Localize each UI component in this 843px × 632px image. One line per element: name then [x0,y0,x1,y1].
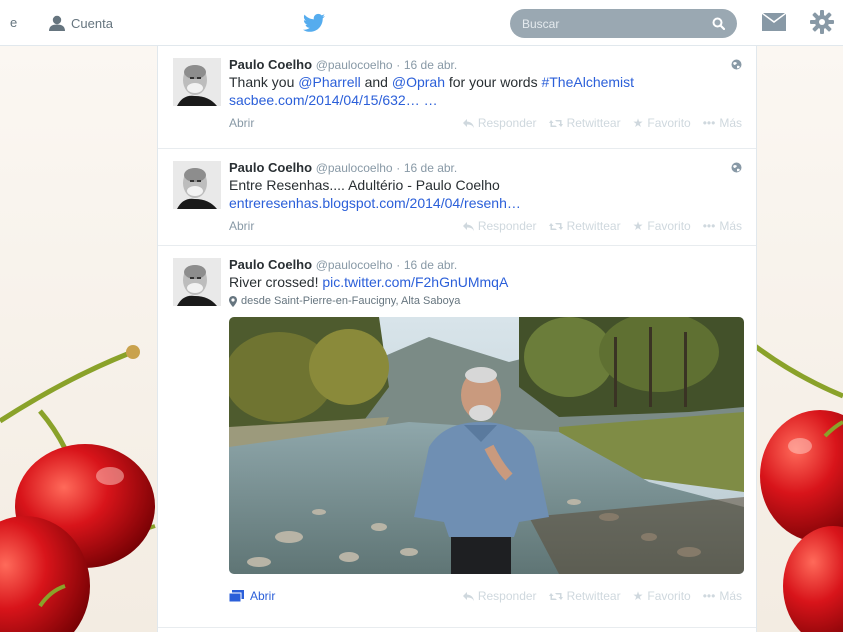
star-icon: ★ [632,116,644,130]
separator-dot: · [396,258,401,272]
retweet-button[interactable]: Retwittear [548,589,621,603]
favorite-label: Favorito [647,116,691,130]
location-pin-icon [229,295,237,307]
tweet-item[interactable]: Paulo Coelho @paulocoelho · 16 de abr. E… [158,149,756,246]
tweet-text-part: and [360,74,392,90]
url-link[interactable]: sacbee.com/2014/04/15/632… … [229,92,438,108]
tweet-text: Thank you @Pharrell and @Oprah for your … [229,73,742,91]
reply-icon [462,221,474,231]
mention-link[interactable]: @Oprah [392,74,445,90]
favorite-button[interactable]: ★ Favorito [633,116,691,130]
more-label: Más [719,219,742,233]
messages-envelope-icon[interactable] [762,13,786,31]
tweet-actions: Responder Retwittear ★ Favorito ••• Más [462,219,742,233]
retweet-button[interactable]: Retwittear [548,116,621,130]
more-label: Más [719,116,742,130]
reply-icon [462,591,474,601]
settings-gear-icon[interactable] [810,10,834,34]
separator-dot: · [396,161,401,175]
more-dots-icon: ••• [702,589,716,603]
star-icon: ★ [632,219,644,233]
avatar[interactable] [173,58,221,106]
tweet-text-part: River crossed! [229,274,323,290]
separator-dot: · [396,58,401,72]
media-gallery-icon [229,590,244,602]
tweet-item[interactable]: Paulo Coelho @paulocoelho · 16 de abr. T… [158,46,756,149]
top-nav-bar: e Cuenta [0,0,843,46]
favorite-button[interactable]: ★ Favorito [633,219,691,233]
nav-account-button[interactable]: Cuenta [48,12,113,34]
more-button[interactable]: ••• Más [703,116,742,130]
tweet-footer: Abrir Responder Retwittear ★ Favorito ••… [229,218,742,234]
favorite-label: Favorito [647,219,691,233]
more-dots-icon: ••• [702,219,716,233]
tweet-timeline: Paulo Coelho @paulocoelho · 16 de abr. T… [157,46,757,632]
open-tweet-link[interactable]: Abrir [229,589,275,603]
tweet-actions: Responder Retwittear ★ Favorito ••• Más [462,589,742,603]
reply-button[interactable]: Responder [462,116,537,130]
reply-button[interactable]: Responder [462,219,537,233]
retweet-button[interactable]: Retwittear [548,219,621,233]
author-name[interactable]: Paulo Coelho [229,257,312,272]
reply-label: Responder [477,589,537,603]
retweet-label: Retwittear [566,589,621,603]
nav-account-label: Cuenta [71,15,113,31]
location-label: desde Saint-Pierre-en-Faucigny, Alta Sab… [241,295,461,307]
tweet-actions: Responder Retwittear ★ Favorito ••• Más [462,116,742,130]
tweet-photo[interactable] [229,317,744,574]
reply-label: Responder [477,219,537,233]
retweet-icon [548,592,563,600]
open-tweet-link[interactable]: Abrir [229,219,254,233]
author-name[interactable]: Paulo Coelho [229,160,312,175]
globe-icon [731,162,742,173]
open-tweet-link[interactable]: Abrir [229,116,254,130]
more-button[interactable]: ••• Más [703,219,742,233]
tweet-footer: Abrir Responder Retwittear ★ Favorito ••… [229,588,742,604]
url-link[interactable]: entreresenhas.blogspot.com/2014/04/resen… [229,195,521,211]
reply-button[interactable]: Responder [462,589,537,603]
open-label: Abrir [250,589,276,603]
tweet-location[interactable]: desde Saint-Pierre-en-Faucigny, Alta Sab… [229,295,742,307]
tweet-footer: Abrir Responder Retwittear ★ Favorito ••… [229,115,742,131]
more-dots-icon: ••• [702,116,716,130]
nav-item-truncated[interactable]: e [10,15,17,30]
background-cherries-right [755,46,843,632]
author-handle[interactable]: @paulocoelho [316,58,393,72]
tweet-item[interactable]: Paulo Coelho @paulocoelho · 16 de abr. R… [158,246,756,628]
tweet-text: River crossed! pic.twitter.com/F2hGnUMmq… [229,273,742,291]
background-cherries-left [0,46,160,632]
favorite-button[interactable]: ★ Favorito [633,589,691,603]
tweet-text-part: Thank you [229,74,299,90]
retweet-icon [548,222,563,230]
author-handle[interactable]: @paulocoelho [316,161,393,175]
tweet-text: Entre Resenhas.... Adultério - Paulo Coe… [229,177,500,193]
favorite-label: Favorito [647,589,691,603]
more-label: Más [719,589,742,603]
more-button[interactable]: ••• Más [703,589,742,603]
retweet-label: Retwittear [566,219,621,233]
search-input[interactable] [522,9,702,38]
globe-icon [731,59,742,70]
avatar[interactable] [173,258,221,306]
reply-label: Responder [477,116,537,130]
user-icon [49,15,65,31]
author-name[interactable]: Paulo Coelho [229,57,312,72]
mention-link[interactable]: @Pharrell [298,74,360,90]
twitter-bird-logo-icon[interactable] [303,13,325,33]
pic-link[interactable]: pic.twitter.com/F2hGnUMmqA [322,274,508,290]
search-icon[interactable] [712,17,725,30]
tweet-date[interactable]: 16 de abr. [404,258,457,272]
tweet-date[interactable]: 16 de abr. [404,58,457,72]
tweet-date[interactable]: 16 de abr. [404,161,457,175]
star-icon: ★ [632,589,644,603]
retweet-icon [548,119,563,127]
reply-icon [462,118,474,128]
author-handle[interactable]: @paulocoelho [316,258,393,272]
tweet-text-part: for your words [444,74,542,90]
retweet-label: Retwittear [566,116,621,130]
search-box [510,9,737,38]
hashtag-link[interactable]: #TheAlchemist [541,74,634,90]
avatar[interactable] [173,161,221,209]
